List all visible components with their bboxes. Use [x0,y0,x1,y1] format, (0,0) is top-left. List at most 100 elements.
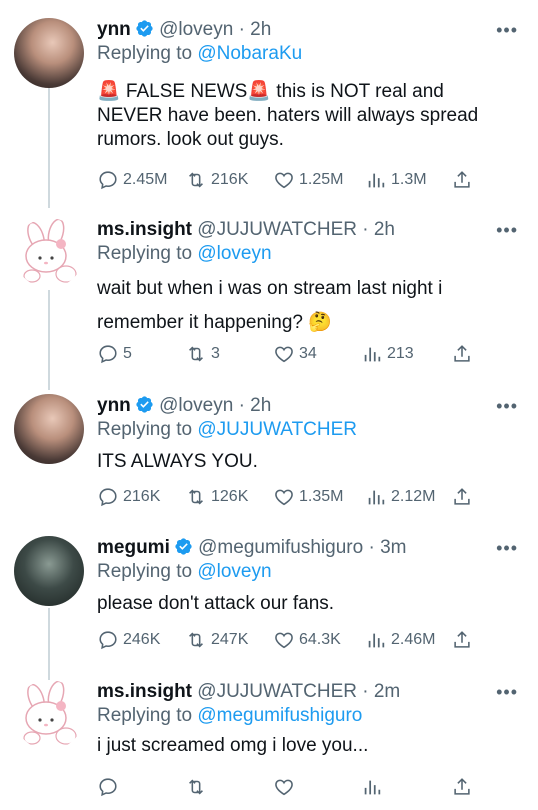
tweet-text-line: NEVER have been. haters will always spre… [97,105,479,126]
handle[interactable]: @JUJUWATCHER [197,681,357,702]
views-button[interactable]: 2.46M [365,629,435,651]
avatar[interactable] [14,680,84,750]
avatar[interactable] [14,394,84,464]
more-options-icon[interactable]: ••• [496,682,518,703]
views-count: 2.46M [391,631,436,648]
reply-target-link[interactable]: @megumifushiguro [197,705,362,726]
timestamp[interactable]: 2m [374,681,400,702]
share-button[interactable] [451,776,473,798]
retweet-icon [189,632,203,648]
views-button[interactable]: 2.12M [365,486,435,508]
share-button[interactable] [451,486,473,508]
display-name[interactable]: ynn [97,395,131,416]
like-button[interactable]: 1.25M [273,169,343,191]
avatar[interactable] [14,536,84,606]
handle[interactable]: @JUJUWATCHER [197,219,357,240]
replying-to-label: Replying to [97,705,193,726]
display-name[interactable]: megumi [97,537,170,558]
views-button[interactable]: 213 [361,343,414,365]
like-count: 34 [299,345,317,362]
tweet-actions: 216K 126K 1.35M 2.12M [97,486,517,512]
more-options-icon[interactable]: ••• [496,538,518,559]
retweet-count: 3 [211,345,220,362]
replying-to: Replying to @loveyn [97,560,272,584]
tweet[interactable]: megumi @megumifushiguro · 3m ••• Replyin… [0,536,538,666]
separator-dot: · [368,537,375,558]
retweet-button[interactable]: 216K [185,169,248,191]
handle[interactable]: @loveyn [159,395,233,416]
views-button[interactable] [361,776,383,798]
views-count: 2.12M [391,488,436,505]
avatar[interactable] [14,218,84,288]
reply-count: 216K [123,488,161,505]
retweet-count: 126K [211,488,249,505]
more-options-icon[interactable]: ••• [496,396,518,417]
tweet-actions [97,776,517,802]
reply-button[interactable]: 216K [97,486,160,508]
retweet-icon [189,779,203,795]
timestamp[interactable]: 2h [250,395,271,416]
retweet-button[interactable]: 3 [185,343,220,365]
share-icon [454,345,470,362]
retweet-icon [189,346,203,362]
separator-dot: · [238,19,245,40]
tweet-text: ITS ALWAYS YOU. [97,450,258,474]
like-button[interactable] [273,776,295,798]
reply-target-link[interactable]: @loveyn [197,561,271,582]
share-button[interactable] [451,343,473,365]
like-count: 64.3K [299,631,341,648]
retweet-button[interactable] [185,776,207,798]
more-options-icon[interactable]: ••• [496,20,518,41]
share-button[interactable] [451,629,473,651]
separator-dot: · [362,681,369,702]
like-button[interactable]: 34 [273,343,317,365]
replying-to: Replying to @JUJUWATCHER [97,418,357,442]
heart-icon [275,632,293,649]
verified-badge-icon [136,396,153,413]
retweet-button[interactable]: 126K [185,486,248,508]
comment-icon [99,778,117,797]
handle[interactable]: @megumifushiguro [198,537,363,558]
tweet[interactable]: ms.insight @JUJUWATCHER · 2m ••• Replyin… [0,680,538,810]
like-count: 1.25M [299,171,344,188]
retweet-count: 247K [211,631,249,648]
tweet[interactable]: ynn @loveyn · 2h ••• Replying to @Nobara… [0,18,538,198]
avatar[interactable] [14,18,84,88]
display-name[interactable]: ms.insight [97,681,192,702]
reply-target-link[interactable]: @loveyn [197,243,271,264]
tweet-header: megumi @megumifushiguro · 3m [97,536,406,560]
more-options-icon[interactable]: ••• [496,220,518,241]
retweet-button[interactable]: 247K [185,629,248,651]
tweet[interactable]: ms.insight @JUJUWATCHER · 2h ••• Replyin… [0,218,538,378]
like-button[interactable]: 64.3K [273,629,341,651]
reply-button[interactable] [97,776,119,798]
display-name[interactable]: ms.insight [97,219,192,240]
retweet-count: 216K [211,171,249,188]
replying-to-label: Replying to [97,243,193,264]
views-button[interactable]: 1.3M [365,169,427,191]
reply-target-link[interactable]: @JUJUWATCHER [197,419,357,440]
like-button[interactable]: 1.35M [273,486,343,508]
tweet-text-line: wait but when i was on stream last night… [97,278,443,299]
reply-button[interactable]: 5 [97,343,132,365]
share-icon [454,488,470,505]
tweet-header: ynn @loveyn · 2h [97,18,271,42]
heart-icon [275,346,293,363]
timestamp[interactable]: 2h [250,19,271,40]
replying-to: Replying to @NobaraKu [97,42,302,66]
separator-dot: · [238,395,245,416]
share-button[interactable] [451,169,473,191]
display-name[interactable]: ynn [97,19,131,40]
timestamp[interactable]: 3m [380,537,406,558]
tweet-actions: 2.45M 216K 1.25M 1.3M [97,169,517,195]
timestamp[interactable]: 2h [374,219,395,240]
reply-button[interactable]: 2.45M [97,169,167,191]
comment-icon [99,171,117,190]
tweet[interactable]: ynn @loveyn · 2h ••• Replying to @JUJUWA… [0,394,538,524]
reply-button[interactable]: 246K [97,629,160,651]
handle[interactable]: @loveyn [159,19,233,40]
tweet-text-line: please don't attack our fans. [97,593,335,614]
reply-target-link[interactable]: @NobaraKu [197,43,302,64]
replying-to-label: Replying to [97,561,193,582]
tweet-text: wait but when i was on stream last night… [97,272,442,340]
